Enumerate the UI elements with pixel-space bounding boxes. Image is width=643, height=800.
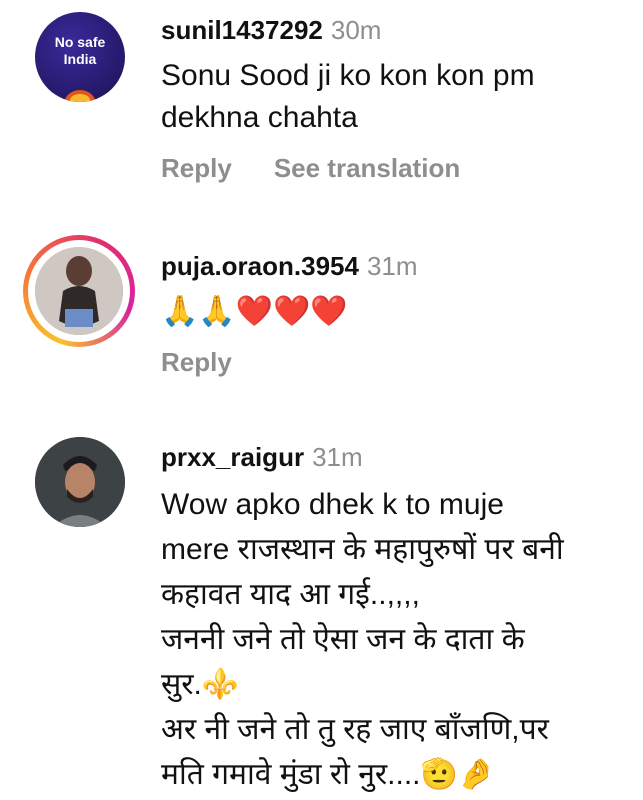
comment-line: mere राजस्थान के महापुरुषों पर बनी	[161, 533, 564, 566]
username[interactable]: puja.oraon.3954	[161, 251, 359, 281]
timestamp: 31m	[312, 442, 363, 472]
username[interactable]: sunil1437292	[161, 15, 323, 45]
comment-meta: sunil1437292 30m	[161, 14, 623, 46]
comment-text: Wow apko dhek k to muje mere राजस्थान के…	[161, 482, 623, 797]
avatar[interactable]: No safe India	[35, 12, 125, 102]
avatar-photo	[35, 437, 125, 527]
comment-meta: prxx_raigur 31m	[161, 441, 623, 473]
avatar-photo	[35, 247, 123, 335]
comment-text: 🙏🙏❤️❤️❤️	[161, 291, 623, 333]
comment-line: अर नी जने तो तु रह जाए बाँजणि,पर	[161, 713, 549, 746]
comment-line: 🙏🙏❤️❤️❤️	[161, 294, 348, 329]
comment-line: जननी जने तो ऐसा जन के दाता के	[161, 623, 525, 656]
comment-line: Wow apko dhek k to muje	[161, 488, 504, 521]
avatar-image: No safe India	[55, 34, 106, 102]
timestamp: 31m	[366, 251, 418, 281]
comment-text: Sonu Sood ji ko kon kon pm dekhna chahta	[161, 55, 623, 139]
timestamp: 30m	[330, 15, 382, 45]
comment-line: Sonu Sood ji ko kon kon pm	[161, 59, 535, 92]
avatar	[35, 247, 123, 335]
username[interactable]: prxx_raigur	[161, 442, 304, 472]
see-translation-button[interactable]: See translation	[274, 153, 460, 183]
avatar[interactable]	[35, 437, 125, 527]
reply-button[interactable]: Reply	[161, 153, 232, 183]
comment-actions: Reply	[161, 347, 623, 378]
reply-button[interactable]: Reply	[161, 347, 232, 377]
avatar-text-1: No safe	[55, 34, 106, 50]
avatar-text-2: India	[64, 51, 97, 67]
comment-meta: puja.oraon.3954 31m	[161, 250, 623, 282]
comment-line: dekhna chahta	[161, 101, 358, 134]
comment-line: मति गमावे मुंडा रो नुर....🫡🤌	[161, 758, 496, 791]
comment-line: सुर.⚜️	[161, 668, 240, 701]
story-ring[interactable]	[23, 235, 135, 347]
comment-line: कहावत याद आ गई..,,,,	[161, 578, 420, 611]
comment-actions: Reply See translation	[161, 153, 623, 184]
